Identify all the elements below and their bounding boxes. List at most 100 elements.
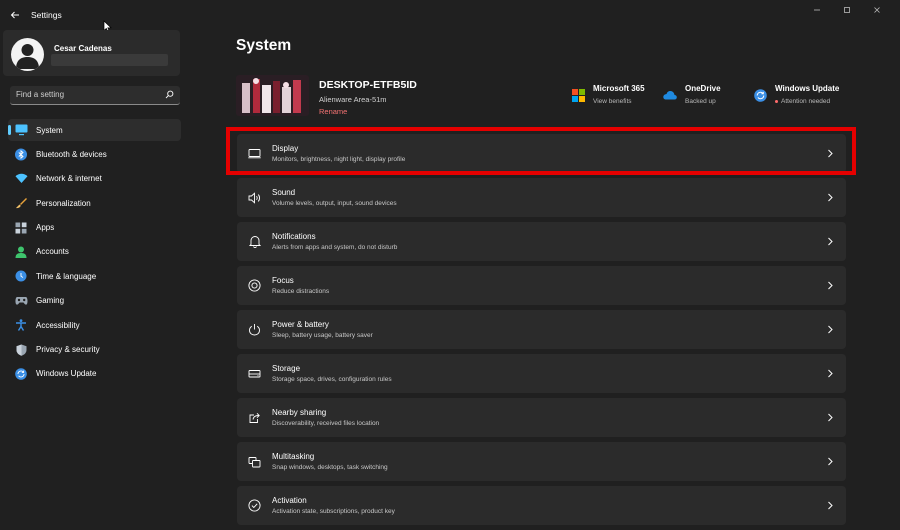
- chevron-right-icon: [824, 411, 836, 423]
- nav-label: Personalization: [36, 198, 91, 208]
- maximize-button[interactable]: [832, 2, 862, 18]
- settings-card-notifications[interactable]: Notifications Alerts from apps and syste…: [237, 222, 846, 261]
- quick-link-title: OneDrive: [685, 84, 721, 93]
- settings-card-activation[interactable]: Activation Activation state, subscriptio…: [237, 486, 846, 525]
- card-subtitle: Reduce distractions: [272, 288, 330, 295]
- alert-dot: [775, 99, 778, 103]
- search-icon[interactable]: [165, 90, 174, 99]
- minimize-icon: [814, 9, 820, 11]
- nav-item-time-language[interactable]: Time & language: [8, 265, 181, 287]
- nav-label: Bluetooth & devices: [36, 149, 107, 159]
- device-name: DESKTOP-ETFB5ID: [319, 79, 417, 91]
- nav-label: Network & internet: [36, 174, 102, 184]
- page-title: System: [236, 37, 292, 54]
- title-bar: Settings: [0, 0, 900, 30]
- brush-icon: [14, 196, 28, 210]
- nav-label: Gaming: [36, 296, 65, 306]
- update-icon: [14, 367, 28, 381]
- card-subtitle: Snap windows, desktops, task switching: [272, 464, 388, 471]
- quick-link-windows-update[interactable]: Windows Update Attention needed: [753, 84, 848, 110]
- nav-item-windows-update[interactable]: Windows Update: [8, 363, 181, 385]
- back-arrow-icon: [10, 11, 19, 19]
- chevron-right-icon: [824, 191, 836, 203]
- nav-item-personalization[interactable]: Personalization: [8, 192, 181, 214]
- back-button[interactable]: [6, 6, 24, 24]
- speaker-icon: [247, 190, 262, 205]
- nav-item-system[interactable]: System: [8, 119, 181, 141]
- chevron-right-icon: [824, 323, 836, 335]
- nav-label: Accessibility: [36, 320, 80, 330]
- settings-card-nearby-sharing[interactable]: Nearby sharing Discoverability, received…: [237, 398, 846, 437]
- minimize-button[interactable]: [802, 2, 832, 18]
- close-icon: [874, 7, 880, 13]
- nav-item-bluetooth[interactable]: Bluetooth & devices: [8, 143, 181, 165]
- settings-card-storage[interactable]: Storage Storage space, drives, configura…: [237, 354, 846, 393]
- chevron-right-icon: [824, 279, 836, 291]
- highlight-annotation-box: [226, 127, 856, 175]
- storage-icon: [247, 366, 262, 381]
- card-subtitle: Discoverability, received files location: [272, 420, 380, 427]
- close-button[interactable]: [862, 2, 892, 18]
- settings-list: Display Monitors, brightness, night ligh…: [237, 134, 846, 530]
- card-title: Storage: [272, 364, 301, 373]
- quick-link-subtitle: Backed up: [685, 98, 716, 105]
- nav-label: Windows Update: [36, 369, 97, 379]
- card-title: Sound: [272, 188, 296, 197]
- gamepad-icon: [14, 294, 28, 308]
- chevron-right-icon: [824, 455, 836, 467]
- quick-link-microsoft-365[interactable]: Microsoft 365 View benefits: [571, 84, 661, 110]
- person-silhouette-icon: [16, 44, 39, 69]
- microsoft-logo-icon: [571, 88, 585, 102]
- nav-label: Time & language: [36, 271, 97, 281]
- card-title: Focus: [272, 276, 294, 285]
- sidebar-nav: System Bluetooth & devices Network & int…: [8, 119, 181, 387]
- card-subtitle: Alerts from apps and system, do not dist…: [272, 244, 398, 251]
- settings-card-sound[interactable]: Sound Volume levels, output, input, soun…: [237, 178, 846, 217]
- bell-icon: [247, 234, 262, 249]
- shield-icon: [14, 343, 28, 357]
- search-input[interactable]: [16, 88, 156, 101]
- card-title: Notifications: [272, 232, 316, 241]
- onedrive-cloud-icon: [663, 88, 677, 102]
- nav-label: Privacy & security: [36, 345, 100, 355]
- nav-item-gaming[interactable]: Gaming: [8, 290, 181, 312]
- user-email-redacted: [51, 54, 168, 66]
- card-subtitle: Storage space, drives, configuration rul…: [272, 376, 392, 383]
- bluetooth-icon: [14, 147, 28, 161]
- card-subtitle: Volume levels, output, input, sound devi…: [272, 200, 397, 207]
- quick-link-title: Windows Update: [775, 84, 840, 93]
- card-subtitle: Activation state, subscriptions, product…: [272, 508, 395, 515]
- settings-card-focus[interactable]: Focus Reduce distractions: [237, 266, 846, 305]
- device-wallpaper-thumbnail: [236, 75, 309, 116]
- nav-item-accounts[interactable]: Accounts: [8, 241, 181, 263]
- search-box[interactable]: [10, 86, 180, 105]
- avatar: [11, 38, 44, 71]
- quick-link-onedrive[interactable]: OneDrive Backed up: [663, 84, 743, 110]
- chevron-right-icon: [824, 235, 836, 247]
- quick-link-subtitle-wrap: Attention needed: [775, 98, 830, 105]
- window-controls: [802, 2, 892, 18]
- card-title: Activation: [272, 496, 307, 505]
- settings-card-power-battery[interactable]: Power & battery Sleep, battery usage, ba…: [237, 310, 846, 349]
- maximize-icon: [844, 7, 850, 13]
- nav-item-network[interactable]: Network & internet: [8, 168, 181, 190]
- user-profile-card[interactable]: Cesar Cadenas: [3, 30, 180, 76]
- device-model: Alienware Area-51m: [319, 95, 387, 104]
- settings-card-multitasking[interactable]: Multitasking Snap windows, desktops, tas…: [237, 442, 846, 481]
- nav-item-privacy[interactable]: Privacy & security: [8, 339, 181, 361]
- card-subtitle: Sleep, battery usage, battery saver: [272, 332, 373, 339]
- apps-icon: [14, 221, 28, 235]
- nav-item-accessibility[interactable]: Accessibility: [8, 314, 181, 336]
- quick-link-subtitle: Attention needed: [781, 98, 831, 105]
- share-icon: [247, 410, 262, 425]
- card-title: Nearby sharing: [272, 408, 327, 417]
- rename-link[interactable]: Rename: [319, 107, 347, 116]
- app-title: Settings: [31, 10, 62, 20]
- nav-item-apps[interactable]: Apps: [8, 217, 181, 239]
- nav-label: Accounts: [36, 247, 69, 257]
- person-icon: [14, 245, 28, 259]
- power-icon: [247, 322, 262, 337]
- chevron-right-icon: [824, 499, 836, 511]
- user-name: Cesar Cadenas: [54, 44, 112, 53]
- quick-link-subtitle: View benefits: [593, 98, 632, 105]
